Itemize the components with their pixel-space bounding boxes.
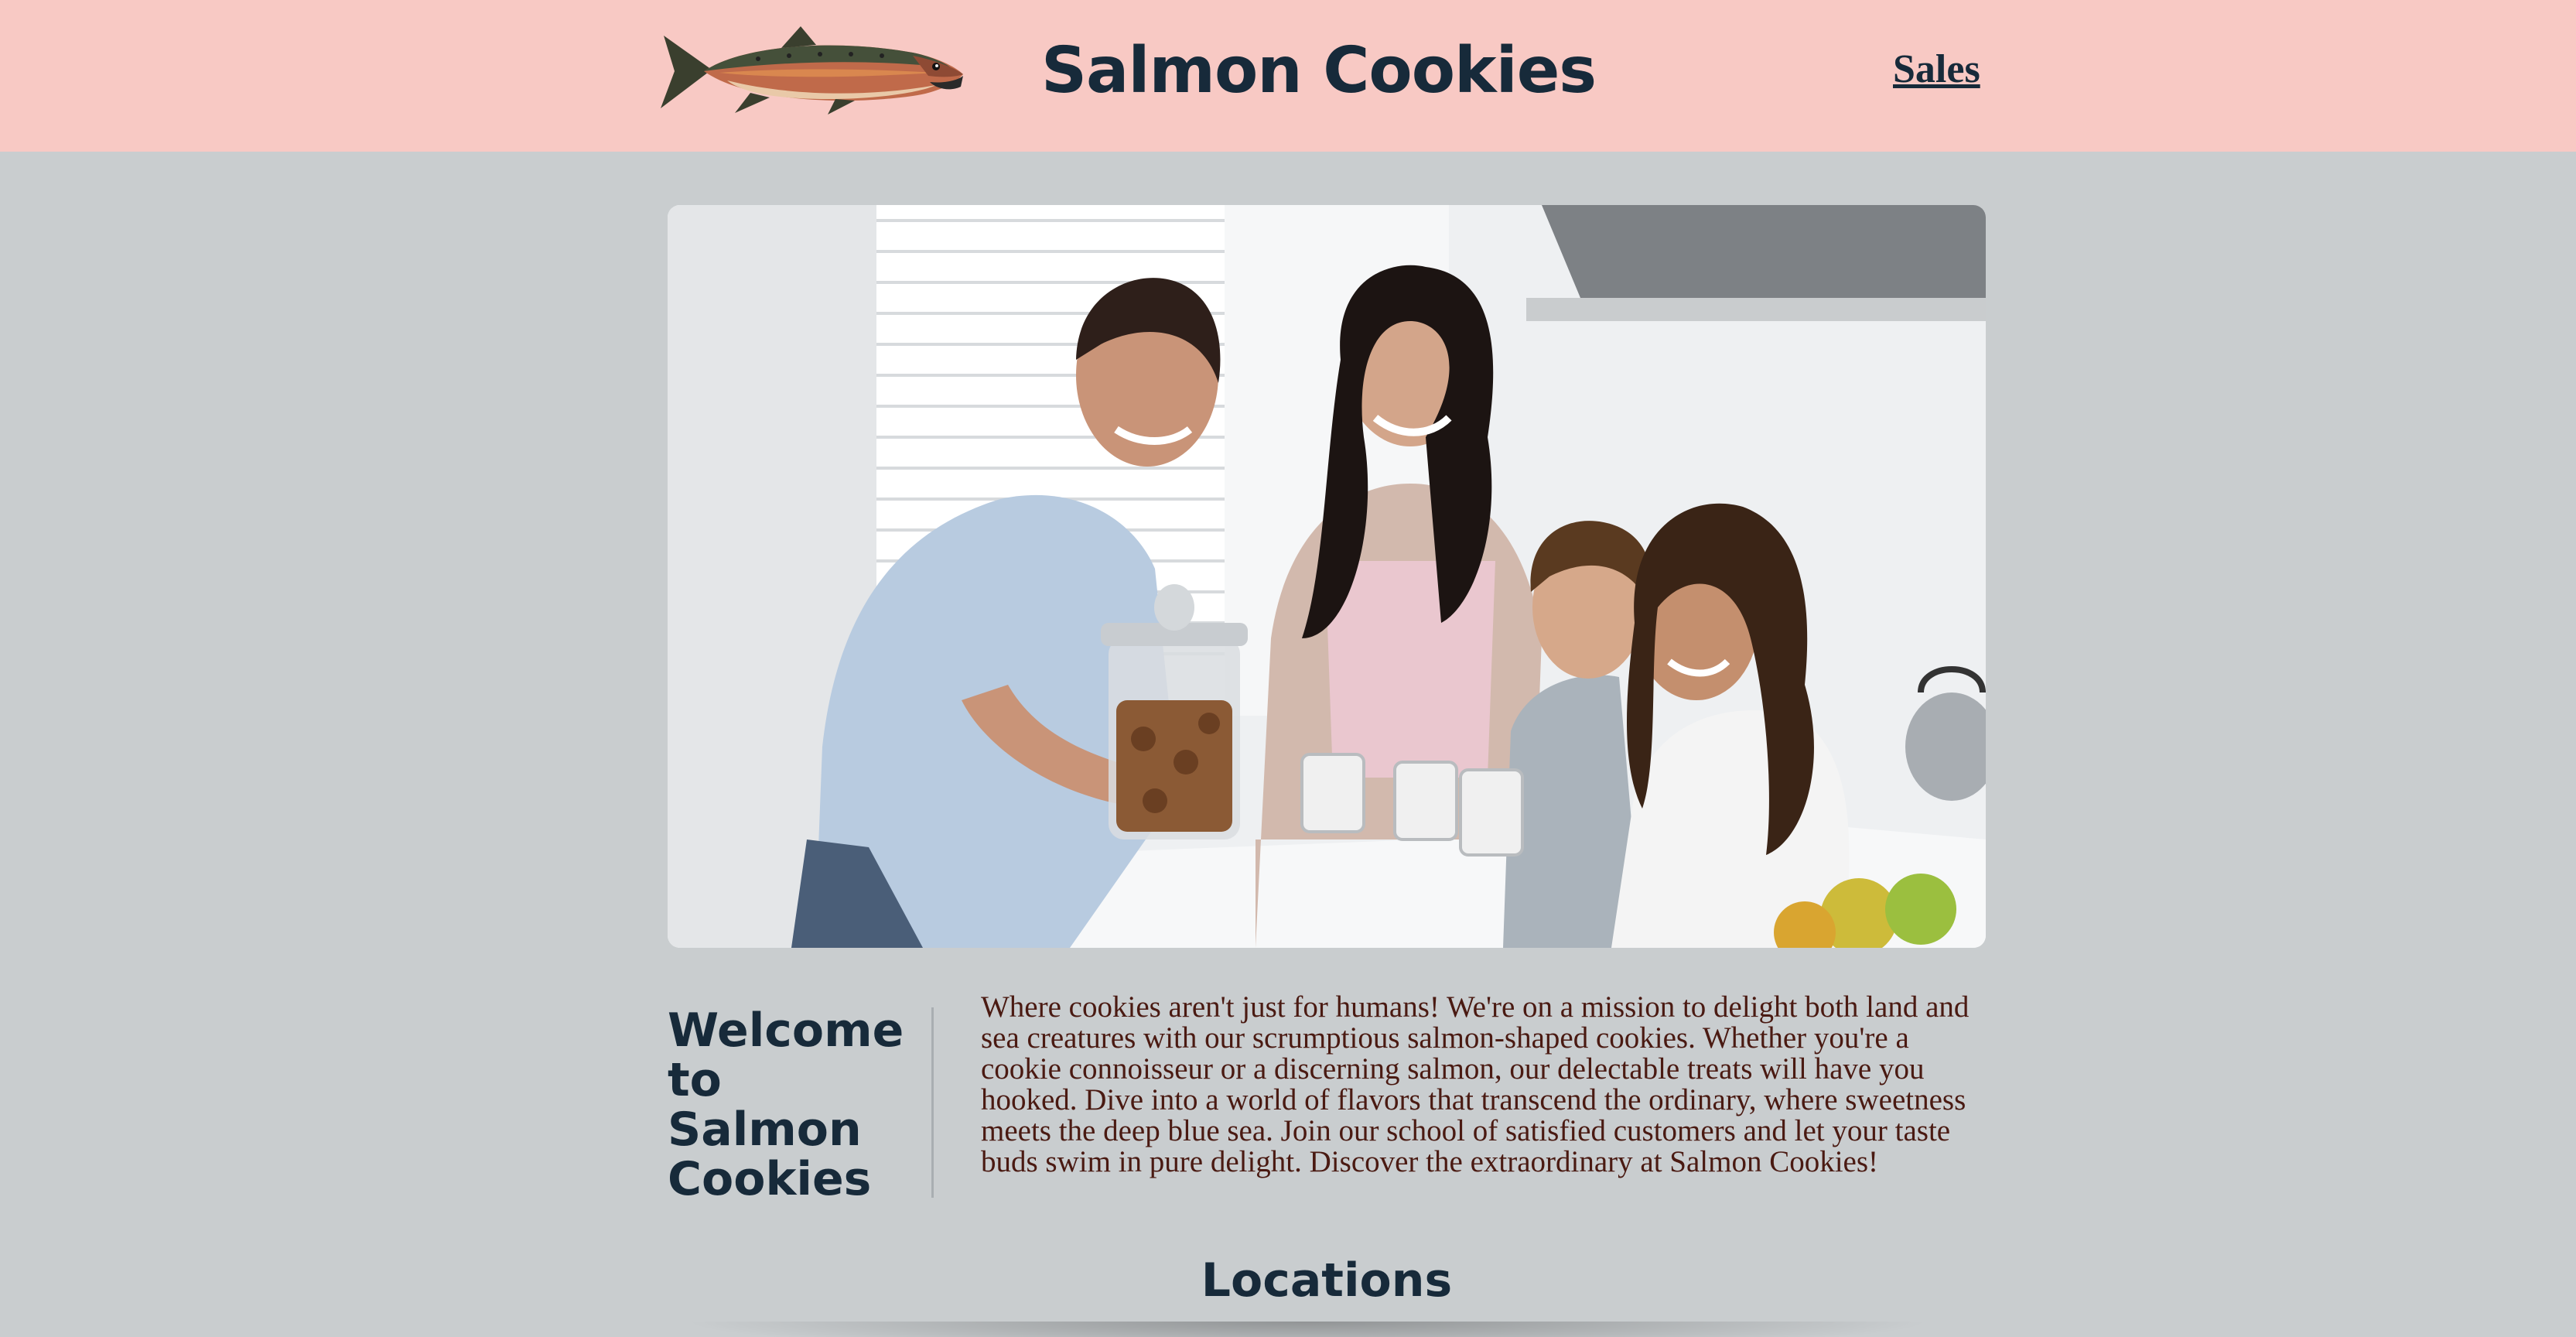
site-title: Salmon Cookies <box>1041 34 1597 108</box>
site-header: Salmon Cookies Sales <box>0 0 2576 152</box>
locations-heading: Locations <box>1201 1253 1453 1308</box>
hero-image <box>668 205 1986 948</box>
welcome-heading-line: Welcome <box>668 1004 904 1058</box>
page: Salmon Cookies Sales Welcome to Salmon C… <box>0 0 2576 1337</box>
locations-table-shadow <box>681 1322 1934 1337</box>
salmon-fish-icon <box>661 26 963 115</box>
intro-paragraph: Where cookies aren't just for humans! We… <box>981 990 1970 1178</box>
welcome-heading-line: Cookies <box>668 1152 872 1206</box>
nav-sales-link[interactable]: Sales <box>1893 46 1980 92</box>
section-divider <box>931 1007 934 1198</box>
welcome-heading: Welcome to Salmon Cookies <box>668 1004 904 1206</box>
welcome-heading-line: to <box>668 1053 722 1107</box>
welcome-heading-line: Salmon <box>668 1103 862 1157</box>
family-with-cookie-jar-photo <box>668 205 1986 948</box>
